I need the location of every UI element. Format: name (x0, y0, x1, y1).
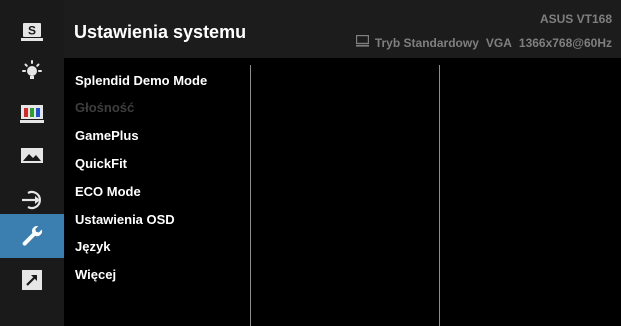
image-icon (21, 148, 43, 163)
status-bar: Tryb Standardowy VGA 1366x768@60Hz (355, 34, 612, 50)
sidebar-item-splendid[interactable]: S (0, 12, 64, 52)
sidebar-item-system-setup[interactable] (0, 214, 64, 258)
sidebar-item-shortcut[interactable] (0, 260, 64, 300)
osd-menu: S Ustawienia systemu ASUS VT168 Tryb Sta… (0, 0, 621, 326)
status-mode: Tryb Standardowy (374, 35, 479, 50)
splendid-icon-glyph: S (28, 24, 36, 38)
color-icon (20, 105, 44, 123)
menu-item-quickfit[interactable]: QuickFit (75, 156, 127, 171)
system-setup-icon (22, 225, 43, 246)
sidebar: S (0, 0, 64, 326)
shortcut-icon (22, 270, 42, 290)
sidebar-item-brightness[interactable] (0, 52, 64, 92)
menu-item-eco-mode[interactable]: ECO Mode (75, 184, 141, 199)
monitor-icon (355, 34, 370, 50)
menu-item-osd-settings[interactable]: Ustawienia OSD (75, 212, 175, 227)
input-select-icon (22, 190, 41, 210)
menu-item-language[interactable]: Język (75, 239, 110, 254)
column-divider (439, 65, 440, 326)
sidebar-item-color[interactable] (0, 94, 64, 134)
header: Ustawienia systemu ASUS VT168 Tryb Stand… (64, 0, 621, 58)
menu-panel: Splendid Demo Mode Głośność GamePlus Qui… (64, 58, 621, 326)
sidebar-item-image[interactable] (0, 136, 64, 176)
status-resolution: 1366x768@60Hz (518, 35, 612, 50)
menu-item-volume: Głośność (75, 100, 135, 115)
menu-item-more[interactable]: Więcej (75, 267, 116, 282)
model-name: ASUS VT168 (539, 12, 612, 26)
status-input: VGA (485, 35, 512, 50)
splendid-icon: S (21, 23, 43, 41)
menu-item-splendid-demo-mode[interactable]: Splendid Demo Mode (75, 73, 207, 88)
brightness-icon (22, 60, 42, 79)
menu-item-gameplus[interactable]: GamePlus (75, 128, 139, 143)
column-divider (250, 65, 251, 326)
page-title: Ustawienia systemu (74, 22, 247, 42)
